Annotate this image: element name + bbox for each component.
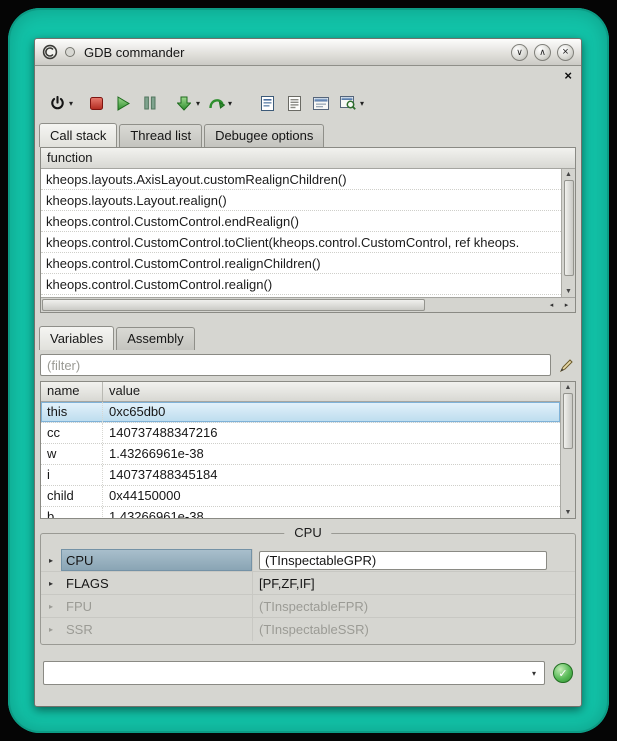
stop-button[interactable] [85,90,107,116]
step-over-button[interactable] [205,90,227,116]
variables-table: name value this 0xc65db0 cc 140737488347… [40,381,576,519]
dock-strip: × [35,66,581,84]
panel-close-button[interactable]: × [564,69,572,82]
source-file-icon [261,96,274,111]
callstack-vertical-scrollbar[interactable]: ▲ ▼ [561,169,575,297]
memory-view-button[interactable] [310,90,332,116]
scroll-right-icon[interactable]: ▸ [559,299,574,311]
column-header-value[interactable]: value [103,382,560,401]
cpu-groupbox: CPU ▸ CPU (TInspectableGPR) ▸ FLAGS [PF,… [40,533,576,645]
expander-icon[interactable]: ▸ [41,595,61,617]
cpu-row[interactable]: ▸ FLAGS [PF,ZF,IF] [41,572,575,595]
variables-row[interactable]: b 1.43266961e-38 [41,507,560,518]
callstack-frame-row[interactable]: kheops.control.CustomControl.realign() [41,274,561,295]
power-icon [50,96,65,111]
minimize-button[interactable]: ∨ [511,44,528,61]
step-into-menu-chevron-icon[interactable]: ▾ [196,99,200,108]
combo-chevron-icon[interactable]: ▾ [524,662,544,684]
callstack-frame-row[interactable]: kheops.control.CustomControl.endRealign(… [41,211,561,232]
variables-row[interactable]: i 140737488345184 [41,465,560,486]
callstack-horizontal-scrollbar[interactable]: ◂ ▸ [41,297,575,312]
close-button[interactable]: × [557,44,574,61]
variables-vertical-scrollbar[interactable]: ▲ ▼ [560,382,575,518]
titlebar[interactable]: GDB commander ∨ ∧ × [35,39,581,66]
tab-thread-list[interactable]: Thread list [119,124,202,147]
step-into-icon [177,96,191,111]
tab-variables[interactable]: Variables [39,326,114,350]
call-stack-list: kheops.layouts.AxisLayout.customRealignC… [41,169,561,297]
run-button[interactable] [112,90,134,116]
expander-icon[interactable]: ▸ [41,618,61,641]
call-list-button[interactable] [283,90,305,116]
tab-call-stack[interactable]: Call stack [39,123,117,147]
desktop-background: GDB commander ∨ ∧ × × ▾ [0,0,617,741]
scroll-left-icon[interactable]: ◂ [544,299,559,311]
scroll-down-icon[interactable]: ▼ [565,288,572,295]
filter-input[interactable] [40,354,551,376]
variables-row[interactable]: this 0xc65db0 [41,402,560,423]
cpu-row[interactable]: ▸ SSR (TInspectableSSR) [41,618,575,641]
window-title: GDB commander [84,45,184,60]
power-menu-chevron-icon[interactable]: ▾ [69,99,73,108]
scrollbar-thumb[interactable] [563,393,573,449]
inspector-tabbar: Variables Assembly [35,325,581,350]
call-stack-table: function kheops.layouts.AxisLayout.custo… [40,147,576,313]
variables-row[interactable]: child 0x44150000 [41,486,560,507]
pause-icon [144,96,156,110]
cpu-row[interactable]: ▸ CPU (TInspectableGPR) [41,549,575,572]
step-into-button[interactable] [173,90,195,116]
pause-button[interactable] [139,90,161,116]
callstack-frame-row[interactable]: kheops.control.CustomControl.toClient(kh… [41,232,561,253]
expander-icon[interactable]: ▸ [41,549,61,571]
scrollbar-thumb[interactable] [564,180,574,276]
window-menu-icon[interactable] [64,46,76,58]
inspect-window-button[interactable] [337,90,359,116]
tab-assembly[interactable]: Assembly [116,327,194,350]
filter-row [40,354,576,376]
command-bar: ▾ ✓ [43,661,573,685]
variables-row[interactable]: cc 140737488347216 [41,423,560,444]
step-over-menu-chevron-icon[interactable]: ▾ [228,99,232,108]
scrollbar-thumb[interactable] [42,299,425,311]
scroll-up-icon[interactable]: ▲ [565,171,572,178]
cpu-value-field[interactable]: (TInspectableGPR) [259,551,547,570]
gdb-commander-window: GDB commander ∨ ∧ × × ▾ [34,38,582,707]
memory-view-icon [313,97,329,110]
cpu-row[interactable]: ▸ FPU (TInspectableFPR) [41,595,575,618]
scroll-down-icon[interactable]: ▼ [565,509,572,516]
expander-icon[interactable]: ▸ [41,572,61,594]
command-combobox[interactable]: ▾ [43,661,545,685]
callstack-frame-row[interactable]: kheops.layouts.Layout.realign() [41,190,561,211]
column-header-function[interactable]: function [41,148,575,169]
source-file-button[interactable] [256,90,278,116]
app-icon [42,44,58,60]
toolbar: ▾ ▾ [35,84,581,122]
callstack-frame-row[interactable]: kheops.layouts.AxisLayout.customRealignC… [41,169,561,190]
variables-row[interactable]: w 1.43266961e-38 [41,444,560,465]
scroll-up-icon[interactable]: ▲ [565,384,572,391]
maximize-button[interactable]: ∧ [534,44,551,61]
callstack-frame-row[interactable]: kheops.control.CustomControl.realignChil… [41,253,561,274]
command-input[interactable] [44,662,524,684]
run-icon [117,96,130,111]
call-list-icon [288,96,301,111]
pen-icon[interactable] [557,356,576,375]
send-command-button[interactable]: ✓ [553,663,573,683]
stack-tabbar: Call stack Thread list Debugee options [35,122,581,147]
inspect-window-icon [340,96,356,110]
power-button[interactable] [46,90,68,116]
step-over-icon [208,96,225,110]
column-header-name[interactable]: name [41,382,103,401]
inspect-menu-chevron-icon[interactable]: ▾ [360,99,364,108]
cpu-groupbox-title: CPU [284,525,331,540]
stop-icon [90,97,103,110]
tab-debugee-options[interactable]: Debugee options [204,124,324,147]
